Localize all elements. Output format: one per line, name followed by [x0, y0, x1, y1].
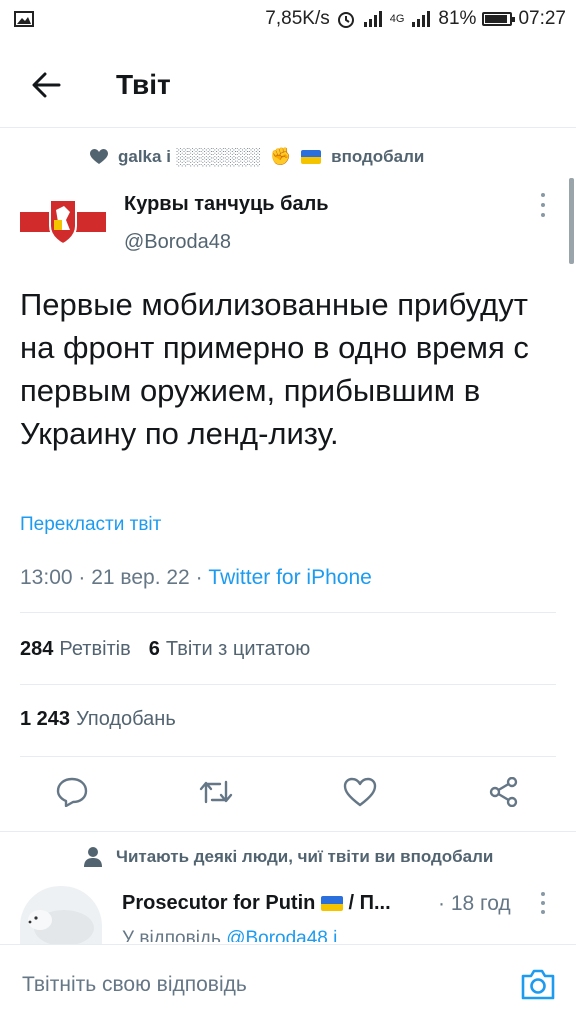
alarm-icon — [336, 9, 356, 29]
camera-icon — [521, 969, 555, 1000]
reply-in-reply-to: У відповідь @Boroda48 і — [122, 928, 337, 942]
scrollbar[interactable] — [569, 178, 574, 264]
tweet-text: Первые мобилизованные прибудут на фронт … — [20, 287, 529, 451]
network-type: 4G — [389, 13, 405, 25]
tweet-time: 13:00 — [20, 566, 73, 589]
translate-tweet-link[interactable]: Перекласти твіт — [20, 514, 161, 536]
liked-by-context[interactable]: galka i ░░░░░░░ ✊ вподобали — [90, 147, 424, 167]
reply-time: · 18 год — [438, 892, 511, 915]
reply-mention-link[interactable]: @Boroda48 і — [226, 928, 337, 942]
reply-author-name-suffix: / П... — [348, 892, 391, 914]
like-icon — [343, 777, 377, 807]
engagement-stats: 284 Ретвітів 6 Твіти з цитатою — [20, 638, 310, 661]
signal-icon — [362, 10, 384, 28]
author-name[interactable]: Курвы танчуць баль — [124, 193, 329, 216]
top-app-bar: Твіт — [0, 50, 576, 120]
back-button[interactable] — [0, 72, 92, 98]
author-avatar[interactable] — [20, 192, 106, 252]
likes-stat[interactable]: 1 243 Уподобань — [20, 708, 176, 731]
ukraine-flag-icon — [301, 150, 322, 164]
likes-label: Уподобань — [76, 708, 176, 730]
liked-by-user: galka i ░░░░░░░ — [118, 147, 260, 166]
retweet-icon — [199, 780, 233, 804]
tweet-date: 21 вер. 22 — [91, 566, 190, 589]
quotes-count: 6 — [148, 638, 160, 660]
retweets-label: Ретвітів — [59, 638, 131, 660]
share-button[interactable] — [484, 772, 524, 812]
clock: 07:27 — [518, 8, 566, 29]
fist-emoji: ✊ — [269, 147, 292, 166]
likes-count: 1 243 — [20, 708, 71, 730]
image-notification-icon — [14, 11, 34, 27]
stats-divider — [20, 684, 556, 685]
actions-divider — [0, 831, 576, 832]
reply-author-avatar[interactable] — [20, 886, 102, 946]
battery-percent: 81% — [438, 8, 477, 29]
reply-button[interactable] — [52, 772, 92, 812]
liked-by-suffix: вподобали — [331, 147, 425, 166]
back-arrow-icon — [32, 72, 61, 98]
reply-in-reply-to-prefix: У відповідь — [122, 928, 221, 942]
reply-author-name[interactable]: Prosecutor for Putin / П... — [122, 892, 391, 915]
person-icon — [84, 847, 102, 867]
like-button[interactable] — [340, 772, 380, 812]
more-options-button[interactable] — [535, 190, 551, 220]
network-speed: 7,85K/s — [265, 8, 330, 29]
share-icon — [489, 777, 518, 807]
reply-time-value: 18 год — [450, 892, 511, 915]
reply-icon — [56, 777, 88, 807]
page-title: Твіт — [116, 69, 171, 100]
reply-context-note: Читають деякі люди, чиї твіти ви вподоба… — [84, 847, 493, 867]
reply-input[interactable]: Твітніть свою відповідь — [22, 973, 247, 997]
reply-more-options-button[interactable] — [535, 890, 551, 916]
reply-composer[interactable]: Твітніть свою відповідь — [0, 944, 576, 1024]
tweet-meta: 13:00 · 21 вер. 22 · Twitter for iPhone — [20, 566, 372, 589]
author-handle[interactable]: @Boroda48 — [124, 231, 231, 254]
header-divider — [0, 127, 576, 128]
retweet-button[interactable] — [196, 772, 236, 812]
quotes-stat[interactable]: 6 Твіти з цитатою — [149, 638, 310, 661]
reply-author-name-text: Prosecutor for Putin — [122, 892, 316, 914]
signal-4g-icon — [410, 10, 432, 28]
quotes-label: Твіти з цитатою — [165, 638, 311, 660]
reply-context-text: Читають деякі люди, чиї твіти ви вподоба… — [116, 847, 494, 866]
tweet-actions — [0, 772, 576, 818]
heart-icon — [90, 149, 108, 164]
meta-divider — [20, 612, 556, 613]
status-bar: 7,85K/s 4G 81% 07:27 — [0, 0, 576, 38]
battery-icon — [482, 12, 516, 26]
likes-divider — [20, 756, 556, 757]
ukraine-flag-icon — [320, 896, 343, 912]
retweets-count: 284 — [20, 638, 54, 660]
tweet-source-link[interactable]: Twitter for iPhone — [208, 566, 371, 589]
retweets-stat[interactable]: 284 Ретвітів — [20, 638, 131, 661]
camera-button[interactable] — [520, 967, 556, 1001]
